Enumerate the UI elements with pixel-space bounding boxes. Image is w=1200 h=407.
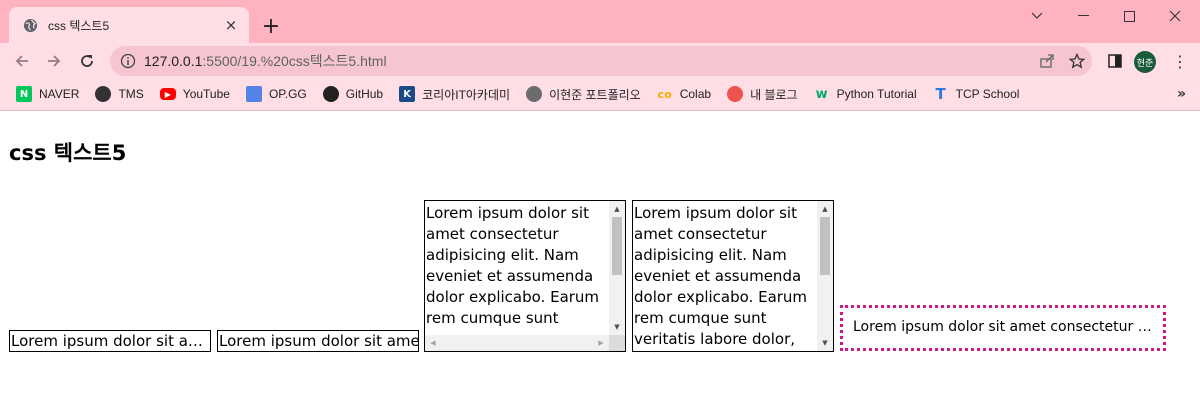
- scrollbar-corner: [609, 335, 625, 351]
- kebab-menu-icon[interactable]: ⋮: [1166, 47, 1194, 75]
- scrollbar-thumb[interactable]: [820, 217, 830, 275]
- vertical-scrollbar[interactable]: ▲ ▼: [609, 201, 625, 335]
- bookmark-star-icon[interactable]: [1062, 46, 1092, 76]
- youtube-icon: ▶: [159, 88, 176, 100]
- bookmark-blog[interactable]: 내 블로그: [719, 81, 806, 107]
- bookmark-globe[interactable]: TMS: [87, 81, 151, 107]
- portfolio-icon: [526, 86, 543, 102]
- new-tab-button[interactable]: +: [258, 13, 284, 39]
- browser-chrome: css 텍스트5 × + 127.0.0.1:5500/19.%20css텍스트…: [0, 0, 1200, 111]
- bookmark-label: GitHub: [345, 87, 384, 101]
- ellipsis-box: Lorem ipsum dolor sit amet consectetur a…: [9, 330, 211, 352]
- scroll-box-both[interactable]: Lorem ipsum dolor sit amet consectetur a…: [424, 200, 626, 352]
- back-icon[interactable]: [8, 47, 36, 75]
- bookmark-label: Colab: [679, 87, 712, 101]
- horizontal-scrollbar[interactable]: ◀ ▶: [425, 335, 609, 351]
- scroll-box-text: Lorem ipsum dolor sit amet consectetur a…: [634, 204, 808, 348]
- bookmark-naver[interactable]: N NAVER: [8, 81, 87, 107]
- bookmark-label: 코리아IT아카데미: [422, 87, 511, 102]
- w3schools-icon: w: [815, 86, 828, 102]
- reload-icon[interactable]: [73, 47, 101, 75]
- scroll-down-icon[interactable]: ▼: [609, 320, 625, 334]
- opgg-icon: [245, 86, 262, 102]
- bookmark-colab[interactable]: co Colab: [649, 81, 719, 107]
- bookmarks-bar: N NAVER TMS ▶ YouTube OP.GG GitHub K 코리아IT아카데미 이현…: [0, 80, 1200, 108]
- tab-title: css 텍스트5: [48, 18, 110, 33]
- bookmarks-overflow-icon[interactable]: »: [1177, 86, 1186, 102]
- vertical-scrollbar[interactable]: ▲ ▼: [817, 201, 833, 351]
- github-icon: [322, 86, 339, 102]
- bookmark-koreait[interactable]: K 코리아IT아카데미: [391, 81, 518, 107]
- tab-strip: css 텍스트5 × +: [0, 0, 1200, 43]
- globe-icon: [95, 86, 112, 102]
- bookmark-label: 이현준 포트폴리오: [549, 87, 641, 102]
- bookmark-portfolio[interactable]: 이현준 포트폴리오: [518, 81, 649, 107]
- forward-icon[interactable]: [40, 47, 68, 75]
- scrollbar-thumb[interactable]: [612, 217, 622, 275]
- page-title: css 텍스트5: [9, 141, 127, 165]
- scroll-up-icon[interactable]: ▲: [817, 202, 833, 216]
- bookmark-label: 내 블로그: [750, 87, 798, 102]
- scroll-right-icon[interactable]: ▶: [594, 335, 608, 351]
- bookmark-label: OP.GG: [268, 87, 307, 101]
- page-content: css 텍스트5 Lorem ipsum dolor sit amet cons…: [0, 111, 1200, 407]
- address-bar[interactable]: 127.0.0.1:5500/19.%20css텍스트5.html: [110, 46, 1092, 76]
- bookmark-label: TMS: [118, 87, 144, 101]
- tcpschool-icon: T: [935, 85, 946, 103]
- koreait-icon: K: [399, 86, 416, 102]
- bookmark-youtube[interactable]: ▶ YouTube: [152, 81, 238, 107]
- bookmark-opgg[interactable]: OP.GG: [238, 81, 315, 107]
- scroll-box-text: Lorem ipsum dolor sit amet consectetur a…: [426, 204, 600, 332]
- site-info-icon[interactable]: [119, 52, 137, 70]
- bookmark-label: YouTube: [182, 87, 230, 101]
- bookmark-label: Python Tutorial: [836, 87, 917, 101]
- scroll-left-icon[interactable]: ◀: [426, 335, 440, 351]
- clip-box: Lorem ipsum dolor sit amet consectetur a…: [217, 330, 419, 352]
- close-window-icon[interactable]: [1152, 0, 1198, 32]
- blog-icon: [727, 86, 744, 102]
- bookmark-label: NAVER: [39, 87, 80, 101]
- colab-icon: co: [657, 87, 672, 101]
- scroll-down-icon[interactable]: ▼: [817, 336, 833, 350]
- dotted-outline-box: Lorem ipsum dolor sit amet consectetur a…: [840, 305, 1166, 351]
- globe-icon: [23, 18, 38, 33]
- side-panel-icon[interactable]: [1101, 47, 1129, 75]
- scroll-box-vertical[interactable]: Lorem ipsum dolor sit amet consectetur a…: [632, 200, 834, 352]
- scroll-up-icon[interactable]: ▲: [609, 202, 625, 216]
- chevron-down-icon[interactable]: [1014, 0, 1060, 32]
- tab-active[interactable]: css 텍스트5 ×: [9, 7, 249, 43]
- share-icon[interactable]: [1032, 46, 1062, 76]
- close-tab-icon[interactable]: ×: [221, 15, 241, 35]
- naver-icon: N: [16, 86, 32, 102]
- bookmark-w3schools[interactable]: w Python Tutorial: [806, 81, 925, 107]
- bookmark-label: TCP School: [955, 87, 1020, 101]
- minimize-icon[interactable]: [1060, 0, 1106, 32]
- toolbar: 127.0.0.1:5500/19.%20css텍스트5.html 현준 ⋮: [0, 43, 1200, 79]
- avatar[interactable]: 현준: [1134, 51, 1156, 73]
- url-text[interactable]: 127.0.0.1:5500/19.%20css텍스트5.html: [144, 51, 1032, 71]
- maximize-icon[interactable]: [1106, 0, 1152, 32]
- bookmark-github[interactable]: GitHub: [315, 81, 391, 107]
- bookmark-tcpschool[interactable]: T TCP School: [925, 81, 1028, 107]
